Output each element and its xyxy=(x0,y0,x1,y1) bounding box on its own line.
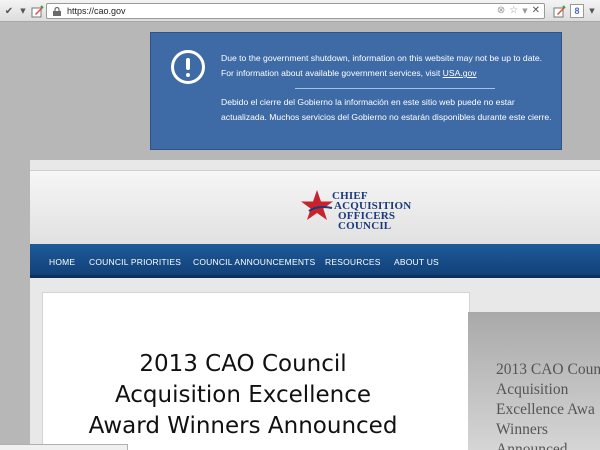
dropdown-arrow-icon[interactable]: ▼ xyxy=(19,4,27,18)
google-search-icon[interactable]: 8 xyxy=(570,4,584,18)
star-logo-icon xyxy=(301,190,333,220)
site-page: Chief Acquisition Officers Council HOME … xyxy=(30,160,600,450)
dropdown-arrow-icon[interactable]: ▼ xyxy=(588,4,596,18)
cao-council-logo[interactable]: Chief Acquisition Officers Council xyxy=(300,187,420,243)
logo-wordmark: Chief Acquisition Officers Council xyxy=(332,190,412,232)
nav-resources[interactable]: RESOURCES xyxy=(325,257,381,267)
address-bar-actions: ⊗ ☆ ▼ ✕ xyxy=(497,5,540,16)
side-feature-panel[interactable]: 2013 CAO Coun Acquisition Excellence Awa… xyxy=(468,312,600,450)
nav-home[interactable]: HOME xyxy=(49,257,75,267)
banner-divider xyxy=(295,88,495,89)
side-feature-title[interactable]: 2013 CAO Coun Acquisition Excellence Awa… xyxy=(496,360,600,450)
featured-headline[interactable]: 2013 CAO Council Acquisition Excellence … xyxy=(61,349,425,442)
site-header: Chief Acquisition Officers Council xyxy=(30,170,600,254)
edit-page-icon[interactable] xyxy=(552,4,566,18)
check-icon[interactable]: ✔ xyxy=(2,4,16,18)
bookmark-star-icon[interactable]: ☆ xyxy=(509,5,518,16)
nav-council-announcements[interactable]: COUNCIL ANNOUNCEMENTS xyxy=(193,257,315,267)
nav-council-priorities[interactable]: COUNCIL PRIORITIES xyxy=(89,257,181,267)
reload-icon[interactable]: ⊗ xyxy=(497,5,505,16)
address-bar[interactable]: https://cao.gov ⊗ ☆ ▼ ✕ xyxy=(46,3,545,19)
stop-icon[interactable]: ✕ xyxy=(532,5,540,16)
usa-gov-link[interactable]: USA.gov xyxy=(443,68,477,78)
toolbar-left-group: ✔ ▼ xyxy=(2,4,44,18)
url-text[interactable]: https://cao.gov xyxy=(67,6,126,16)
featured-slide[interactable]: 2013 CAO Council Acquisition Excellence … xyxy=(42,292,470,450)
alert-icon xyxy=(171,50,205,84)
banner-spanish-text: Debido el cierre del Gobierno la informa… xyxy=(221,97,552,122)
main-navigation: HOME COUNCIL PRIORITIES COUNCIL ANNOUNCE… xyxy=(30,244,600,278)
browser-toolbar: ✔ ▼ https://cao.gov ⊗ ☆ ▼ ✕ 8 ▼ xyxy=(0,0,600,22)
toolbar-right-group: 8 ▼ xyxy=(552,4,596,18)
nav-about-us[interactable]: ABOUT US xyxy=(394,257,439,267)
lock-icon xyxy=(53,7,61,16)
edit-page-icon[interactable] xyxy=(30,4,44,18)
status-bar xyxy=(0,444,128,450)
dropdown-arrow-icon[interactable]: ▼ xyxy=(522,7,527,15)
banner-english-text: Due to the government shutdown, informat… xyxy=(221,53,543,78)
shutdown-banner: Due to the government shutdown, informat… xyxy=(150,32,562,150)
